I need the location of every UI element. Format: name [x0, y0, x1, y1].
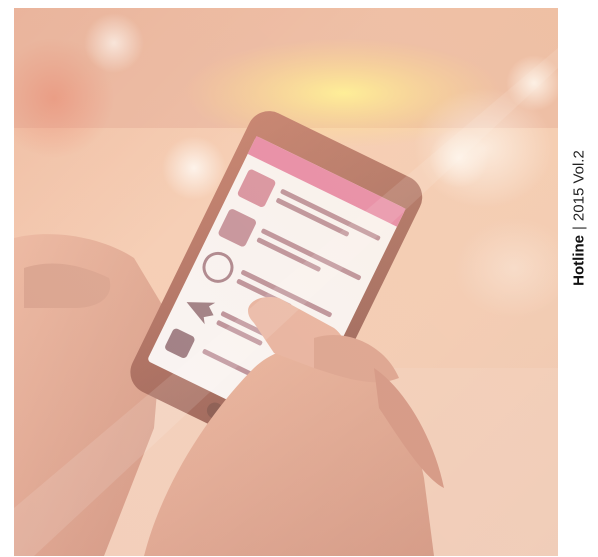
phone-in-hand-photo [14, 8, 558, 556]
magazine-page: Hotline | 2015 Vol.2 [0, 0, 598, 557]
brand-name: Hotline [570, 234, 588, 286]
magazine-caption: Hotline | 2015 Vol.2 [565, 0, 593, 557]
caption-separator: | [570, 226, 588, 230]
issue-label: 2015 Vol.2 [570, 150, 588, 222]
caption-text: Hotline | 2015 Vol.2 [571, 150, 588, 286]
photo-illustration [14, 8, 558, 556]
